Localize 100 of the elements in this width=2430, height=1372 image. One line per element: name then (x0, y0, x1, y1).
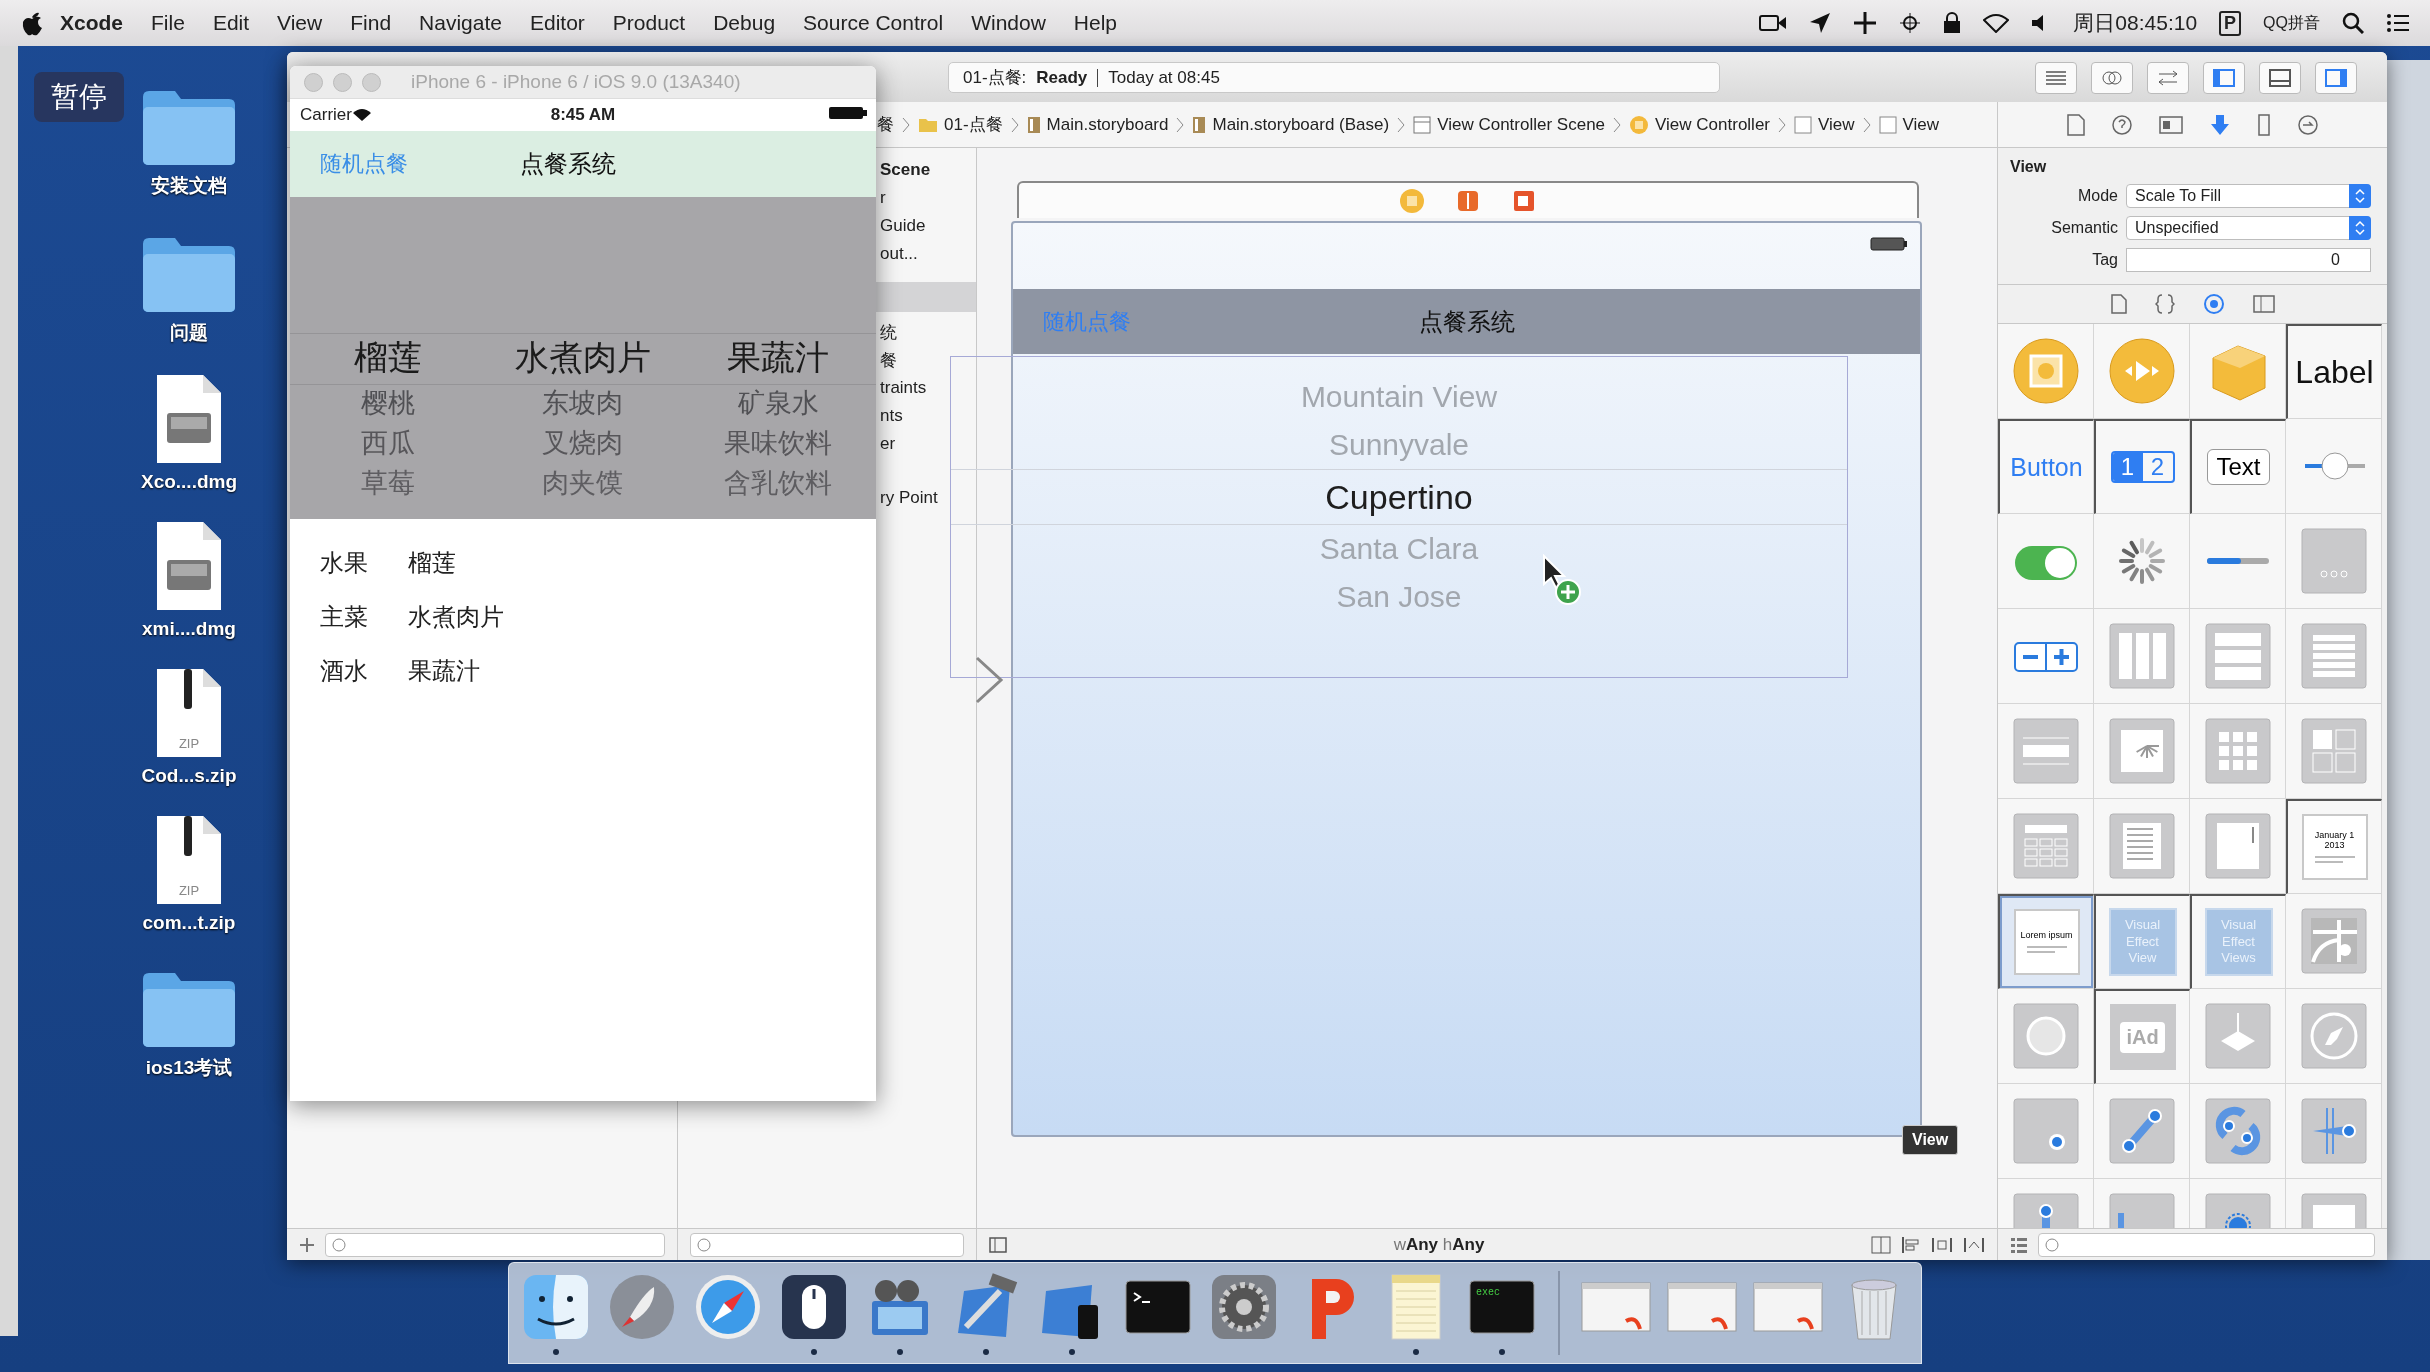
input-method-label[interactable]: QQ拼音 (2263, 12, 2320, 34)
id-card-icon[interactable] (2158, 114, 2183, 135)
picker-row[interactable]: 水煮肉片 (515, 333, 651, 383)
picker-row[interactable]: 榴莲 (353, 333, 422, 383)
input-method-badge[interactable]: P (2219, 10, 2242, 36)
library-item[interactable]: 1 2 (2094, 419, 2190, 514)
lines-icon[interactable] (2035, 62, 2077, 94)
media-player-icon (2106, 336, 2177, 406)
picker-row[interactable]: 果蔬汁 (727, 333, 830, 383)
desktop-item-label[interactable]: xmi....dmg (142, 618, 236, 640)
outline-item[interactable]: r (880, 184, 976, 212)
breadcrumb-item[interactable]: View (1818, 114, 1855, 135)
outline-item[interactable]: 统 (880, 318, 976, 346)
field-label: Tag (2091, 251, 2118, 269)
left-panel-toggle[interactable] (2203, 62, 2245, 94)
desktop-item-label[interactable]: 安装文档 (151, 173, 227, 199)
pause-badge[interactable]: 暂停 (34, 72, 124, 122)
menu-item[interactable]: View (265, 7, 335, 39)
pin-arrow-icon[interactable] (2208, 113, 2231, 136)
menu-item[interactable]: Navigate (407, 7, 514, 39)
app-menu[interactable]: Xcode (48, 7, 136, 39)
window-title: iPhone 6 - iPhone 6 / iOS 9.0 (13A340) (411, 71, 741, 93)
panel-toggle-icon[interactable] (989, 1236, 1007, 1253)
file-icon[interactable] (2110, 294, 2127, 314)
nav-bar-title: 点餐系统 (1418, 306, 1515, 337)
target-circle-icon[interactable] (2202, 293, 2225, 315)
resolve-icon[interactable] (1931, 1235, 1953, 1254)
library-item[interactable]: Button (1998, 419, 2094, 514)
add-icon[interactable] (299, 1236, 315, 1253)
media-frame-icon[interactable] (2252, 295, 2275, 313)
file-icon[interactable] (2066, 113, 2085, 136)
clock-text[interactable]: 周日08:45:10 (2073, 9, 2198, 37)
breadcrumb-item[interactable]: 餐 (877, 113, 894, 136)
location-arrow-icon[interactable] (1809, 12, 1832, 34)
ruler-icon[interactable] (2256, 113, 2271, 136)
activity-status-field: 01-点餐: Ready Today at 08:45 (948, 62, 1720, 93)
menu-item[interactable]: Debug (701, 7, 788, 39)
library-item[interactable]: Text (2190, 419, 2286, 514)
filter-field[interactable] (690, 1232, 964, 1257)
crosshair-icon[interactable] (1853, 11, 1878, 35)
breadcrumb-item[interactable]: View Controller Scene (1437, 114, 1606, 135)
arrow-circle-icon[interactable] (2296, 113, 2319, 136)
picker-view[interactable]: Mountain View Sunnyvale Cupertino Santa Clara San Jose (950, 356, 1848, 678)
menu-item[interactable]: Find (338, 7, 404, 39)
video-camera-icon[interactable] (1759, 13, 1788, 33)
popup-field[interactable]: Scale To Fill (2126, 184, 2371, 208)
grid-view-icon[interactable] (2010, 1236, 2028, 1253)
menu-item[interactable]: Source Control (791, 7, 956, 39)
menu-item[interactable]: Product (600, 7, 698, 39)
rings-icon (2101, 69, 2123, 87)
list-icon[interactable] (2386, 13, 2410, 33)
menu-item[interactable]: Window (959, 7, 1058, 39)
result-label: 酒水 (320, 656, 368, 686)
desktop-item-label[interactable]: Xco....dmg (140, 471, 238, 493)
outline-item[interactable]: Scene (880, 156, 976, 184)
braces-icon[interactable] (2154, 294, 2175, 314)
document-icon (1192, 115, 1207, 134)
library-item[interactable]: Label (2286, 324, 2382, 419)
picker-view[interactable]: 榴莲 樱桃 西瓜 草莓 水煮肉片 东坡肉 叉烧肉 肉夹馍 果蔬汁 矿泉水 果味饮料 含乳饮料 (290, 197, 876, 519)
size-class-label[interactable]: wAny hAny (1393, 1234, 1485, 1255)
library-item[interactable]: January 1 2013 (2286, 799, 2382, 894)
help-icon[interactable] (2110, 113, 2133, 136)
chevron-icon (1613, 116, 1622, 133)
search-icon[interactable] (2342, 12, 2364, 34)
menu-item[interactable]: Editor (517, 7, 597, 39)
target-icon[interactable] (1899, 12, 1922, 34)
desktop-item-label[interactable]: com...t.zip (142, 912, 236, 934)
status-time: 8:45 AM (550, 105, 616, 125)
breadcrumb-item[interactable]: Main.storyboard (Base) (1212, 114, 1390, 135)
breadcrumb-item[interactable]: Main.storyboard (1046, 114, 1169, 135)
text-lines-icon (2026, 944, 2067, 954)
resize-icon[interactable] (1963, 1235, 1985, 1254)
number-field[interactable]: 0 (2126, 248, 2371, 272)
desktop-item-label[interactable]: Cod...s.zip (141, 765, 237, 787)
breadcrumb-item[interactable]: View Controller (1655, 114, 1770, 135)
apple-logo-icon[interactable] (20, 10, 44, 36)
popup-field[interactable]: Unspecified (2126, 216, 2371, 240)
pin-icon[interactable] (1901, 1235, 1921, 1254)
right-panel-toggle[interactable] (2315, 62, 2357, 94)
align-icon[interactable] (1871, 1235, 1891, 1254)
menu-item[interactable]: Edit (200, 7, 262, 39)
filter-field[interactable] (325, 1232, 665, 1257)
filter-field[interactable] (2038, 1232, 2375, 1257)
breadcrumb-item[interactable]: 01-点餐 (944, 113, 1003, 136)
desktop-item-label[interactable]: ios13考试 (145, 1055, 233, 1081)
wifi-icon[interactable] (1983, 13, 2010, 33)
swipe-icon (2298, 1096, 2369, 1166)
assistant-editor-button[interactable] (2091, 62, 2133, 94)
menu-item[interactable]: Help (1061, 7, 1130, 39)
outline-item[interactable]: Guide (880, 212, 976, 240)
bottom-panel-toggle[interactable] (2259, 62, 2301, 94)
outline-item[interactable]: out... (880, 240, 976, 268)
desktop-item-label[interactable]: 问题 (170, 320, 208, 346)
breadcrumb-item[interactable]: View (1902, 114, 1940, 135)
library-item[interactable]: Lorem ipsum (1998, 894, 2094, 989)
menu-item[interactable]: File (139, 7, 197, 39)
map-icon (2298, 906, 2369, 976)
version-editor-button[interactable] (2147, 62, 2189, 94)
lock-icon[interactable] (1943, 12, 1962, 34)
picker-row[interactable]: Cupertino (951, 469, 1847, 525)
